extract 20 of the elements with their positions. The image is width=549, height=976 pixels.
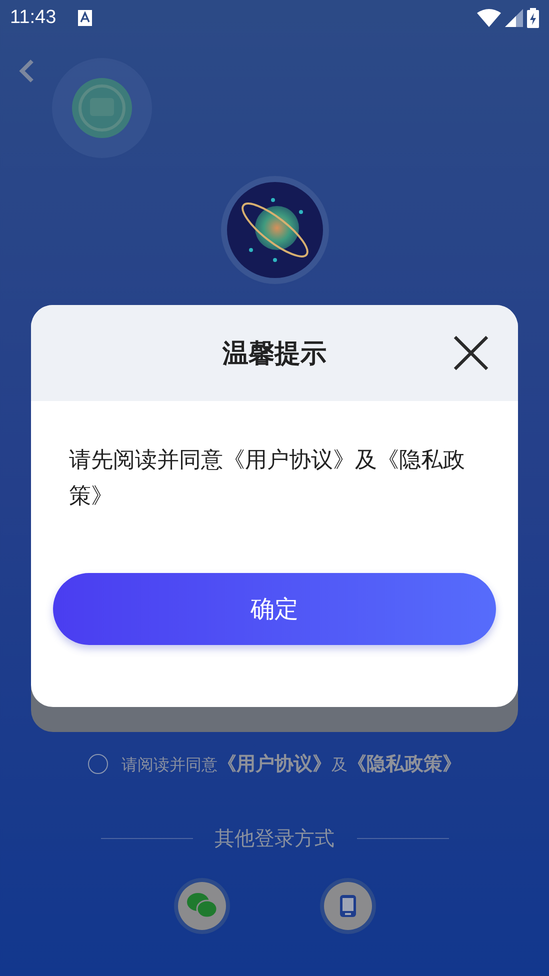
agreement-link[interactable]: 《隐私政策》 [348, 753, 462, 775]
phone-login-button[interactable] [324, 882, 372, 930]
agreement-text: 请阅读并同意《用户协议》及《隐私政策》 [122, 752, 462, 777]
chat-bubbles-icon [186, 893, 216, 919]
signal-icon [505, 9, 523, 27]
close-icon [452, 334, 490, 372]
status-time: 11:43 [10, 7, 56, 29]
wifi-icon [477, 9, 501, 27]
phone-icon [340, 895, 356, 917]
confirm-button[interactable]: 确定 [53, 573, 496, 645]
coin-icon [52, 58, 152, 158]
agreement-link[interactable]: 《用户协议》 [218, 753, 332, 775]
battery-icon [527, 8, 539, 28]
wechat-login-button[interactable] [178, 882, 226, 930]
dialog-title: 温馨提示 [222, 338, 326, 370]
keyboard-icon [78, 10, 92, 26]
close-button[interactable] [452, 334, 490, 372]
other-login-label: 其他登录方式 [214, 825, 334, 852]
dialog-message: 请先阅读并同意《用户协议》及《隐私政策》 [69, 447, 466, 511]
agree-radio[interactable] [88, 754, 108, 774]
